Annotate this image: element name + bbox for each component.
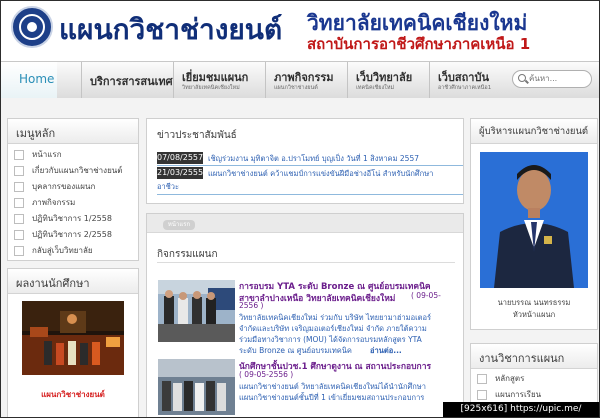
nav-item-label: บริการสารสนเทศ (90, 75, 173, 88)
bullet-icon (14, 166, 24, 176)
portrait-photo (480, 152, 588, 288)
nav-item-sublabel: วิทยาลัยเทคนิคเชียงใหม่ (182, 85, 240, 91)
bullet-icon (14, 182, 24, 192)
menu-item-label: หลักสูตร (495, 374, 525, 383)
news-date: 07/08/2557 (157, 152, 204, 164)
head-role: หัวหน้าแผนก (512, 310, 556, 319)
nav-item-college-website[interactable]: เว็บวิทยาลัย เทคนิคเชียงใหม่ (347, 62, 426, 98)
site-title: แผนกวิชาช่างยนต์ (59, 13, 283, 46)
college-logo-icon (11, 6, 53, 48)
search-input[interactable] (529, 72, 587, 84)
divider (157, 262, 455, 263)
tab-home[interactable]: หน้าแรก (163, 220, 195, 230)
nav-home[interactable]: Home (1, 62, 57, 98)
bullet-icon (14, 150, 24, 160)
bullet-icon (14, 198, 24, 208)
portrait-icon (480, 152, 588, 288)
menu-item-study-plan[interactable]: แผนการเรียน (477, 387, 587, 402)
nav-item-sublabel: เทคนิคเชียงใหม่ (356, 85, 395, 91)
menu-item-curriculum[interactable]: หลักสูตร (477, 371, 587, 386)
bullet-icon (477, 390, 487, 400)
menu-item-activities[interactable]: ภาพกิจกรรม (14, 195, 136, 210)
news-date: 21/03/2555 (157, 167, 204, 179)
menu-item-label: เกี่ยวกับแผนกวิชาช่างยนต์ (32, 166, 123, 175)
menu-item-staff[interactable]: บุคลากรของแผนก (14, 179, 136, 194)
news-item[interactable]: 21/03/2555 แผนกวิชาช่างยนต์ คว้าแชมป์การ… (157, 167, 457, 181)
news-panel: ข่าวประชาสัมพันธ์ 07/08/2557 เชิญร่วมงาน… (146, 118, 464, 204)
read-more-link[interactable]: อ่านต่อ... (370, 345, 402, 357)
search-box[interactable] (512, 70, 592, 88)
news-title: ข่าวประชาสัมพันธ์ (157, 130, 237, 141)
menu-item-label: กลับสู่เว็บวิทยาลัย (32, 246, 93, 255)
academic-header: งานวิชาการแผนก (471, 344, 597, 369)
activity-body-line: จำกัดและบริษัท เจริญมอเตอร์เชียงใหม่ จำก… (239, 324, 427, 333)
activity-date: ( 09-05- (411, 291, 441, 300)
activity-date: ( 09-05-2556 ) (239, 370, 294, 379)
stage-photo-icon (22, 301, 124, 375)
nav-home-label: Home (19, 72, 55, 86)
nav-item-information-service[interactable]: บริการสารสนเทศ (81, 62, 173, 98)
student-work-title: ผลงานนักศึกษา (16, 277, 90, 290)
nav-item-institute-website[interactable]: เว็บสถาบัน อาชีวศึกษาภาคเหนือ1 (429, 62, 508, 98)
activity-photo[interactable] (158, 359, 235, 415)
menu-item-calendar-2[interactable]: ปฏิทินวิชาการ 2/2558 (14, 227, 136, 242)
bullet-icon (477, 374, 487, 384)
activity-body-line: วิทยาลัยเทคนิคเชียงใหม่ ร่วมกับ บริษัท ไ… (239, 313, 432, 322)
menu-item-about[interactable]: เกี่ยวกับแผนกวิชาช่างยนต์ (14, 163, 136, 178)
news-link[interactable]: เชิญร่วมงาน มุทิตาจิต อ.ปราโมทย์ บุญเป็ง… (208, 153, 419, 165)
news-item[interactable]: 07/08/2557 เชิญร่วมงาน มุทิตาจิต อ.ปราโม… (157, 152, 457, 166)
activities-title: กิจกรรมแผนก (157, 249, 218, 260)
head-of-department-panel: ผู้บริหารแผนกวิชาช่างยนต์ นายบรรณ นนทรธร… (470, 118, 598, 330)
activity-body-line: ระดับ Bronze ณ ศูนย์อบรมเทคนิค (239, 346, 352, 355)
head-of-department-header: ผู้บริหารแผนกวิชาช่างยนต์ (471, 119, 597, 144)
divider (157, 165, 463, 166)
menu-item-label: ปฏิทินวิชาการ 2/2558 (32, 230, 112, 239)
divider (157, 194, 463, 195)
student-work-caption: แผนกวิชาช่างยนต์ (41, 390, 105, 399)
menu-item-label: บุคลากรของแผนก (32, 182, 96, 191)
main-menu-title: เมนูหลัก (16, 127, 56, 140)
bullet-icon (14, 246, 24, 256)
menu-item-label: ปฏิทินวิชาการ 1/2558 (32, 214, 112, 223)
student-work-photo[interactable] (22, 301, 124, 375)
activity-body-line: ร่วมมือทางวิชาการ (MOU) ได้จัดการอบรมหลั… (239, 335, 422, 344)
group-photo-icon (158, 280, 235, 342)
activity-photo[interactable] (158, 280, 235, 342)
menu-item-home[interactable]: หน้าแรก (14, 147, 136, 162)
browser-frame: แผนกวิชาช่างยนต์ วิทยาลัยเทคนิคเชียงใหม่… (0, 0, 600, 418)
nav-item-activity-photos[interactable]: ภาพกิจกรรม แผนกวิชาช่างยนต์ (265, 62, 344, 98)
menu-item-label: หน้าแรก (32, 150, 62, 159)
nav-item-sublabel: อาชีวศึกษาภาคเหนือ1 (438, 85, 492, 91)
image-host-watermark: [925x616] https://upic.me/ (443, 402, 599, 417)
activity-date-line2: 2556 ) (239, 301, 264, 310)
student-work-header: ผลงานนักศึกษา (8, 269, 138, 294)
activities-panel: กิจกรรมแผนก การอบรม YTA ระดับ Bronze ณ ศ… (146, 213, 464, 417)
menu-item-label: แผนการเรียน (495, 390, 542, 399)
activity-body-line: แผนกวิชาช่างยนต์ชั้นปีที่ 1 เข้าเยี่ยมชม… (239, 393, 425, 402)
menu-item-label: ภาพกิจกรรม (32, 198, 76, 207)
activity-body-line: แผนกวิชาช่างยนต์ วิทยาลัยเทคนิคเชียงใหม่… (239, 382, 426, 391)
bullet-icon (14, 230, 24, 240)
bullet-icon (14, 214, 24, 224)
main-menu-panel: เมนูหลัก หน้าแรก เกี่ยวกับแผนกวิชาช่างยน… (7, 118, 139, 261)
nav-item-visit-department[interactable]: เยี่ยมชมแผนก วิทยาลัยเทคนิคเชียงใหม่ (173, 62, 262, 98)
site-header: แผนกวิชาช่างยนต์ วิทยาลัยเทคนิคเชียงใหม่… (1, 1, 599, 61)
academic-title: งานวิชาการแผนก (479, 352, 565, 365)
main-menu-header: เมนูหลัก (8, 119, 138, 144)
menu-item-calendar-1[interactable]: ปฏิทินวิชาการ 1/2558 (14, 211, 136, 226)
menu-item-college-site[interactable]: กลับสู่เว็บวิทยาลัย (14, 243, 136, 258)
main-navigation: Home บริการสารสนเทศ เยี่ยมชมแผนก วิทยาลั… (1, 61, 599, 99)
news-link[interactable]: แผนกวิชาช่างยนต์ คว้าแชมป์การแข่งขันฝีมื… (208, 168, 433, 180)
nav-item-sublabel: แผนกวิชาช่างยนต์ (274, 85, 318, 91)
news-link-continued[interactable]: อาชีวะ (157, 181, 179, 193)
student-work-panel: ผลงานนักศึกษา แผนกวิชาช่างยนต์ (7, 268, 139, 417)
head-of-department-title: ผู้บริหารแผนกวิชาช่างยนต์ (479, 126, 589, 137)
institute-name: สถาบันการอาชีวศึกษาภาคเหนือ 1 (307, 35, 531, 53)
group-photo-icon (158, 359, 235, 415)
head-name: นายบรรณ นนทรธรรม (497, 298, 571, 307)
search-icon (518, 74, 526, 82)
